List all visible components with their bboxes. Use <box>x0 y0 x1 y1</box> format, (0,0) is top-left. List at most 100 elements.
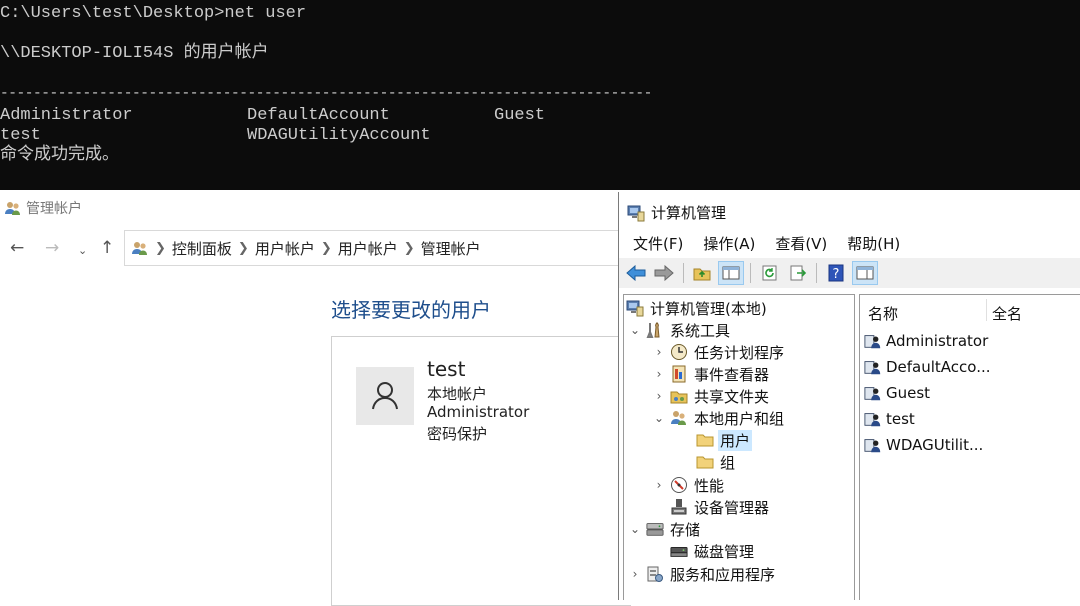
chevron-down-icon[interactable]: ⌄ <box>628 522 642 536</box>
disk-icon <box>670 542 688 560</box>
chevron-right-icon[interactable]: › <box>652 478 666 492</box>
chevron-right-icon[interactable]: ❯ <box>404 241 415 256</box>
tree-node-task-scheduler[interactable]: › 任务计划程序 <box>652 341 786 363</box>
computer-management-icon <box>627 204 645 222</box>
shared-folder-icon <box>670 387 688 405</box>
device-manager-icon <box>670 498 688 516</box>
column-header-name[interactable]: 名称 <box>868 303 898 324</box>
storage-icon <box>646 520 664 538</box>
window-titlebar: 计算机管理 <box>627 202 726 223</box>
tree-node-computer-management-local[interactable]: 计算机管理(本地) <box>626 297 769 319</box>
svg-text:?: ? <box>833 267 840 282</box>
chevron-right-icon[interactable]: › <box>628 567 642 581</box>
tree-node-groups[interactable]: 组 <box>696 451 737 473</box>
folder-icon <box>696 431 714 449</box>
user-account-icon <box>864 384 882 402</box>
user-account-icon <box>864 332 882 350</box>
menu-file[interactable]: 文件(F) <box>619 232 683 256</box>
help-icon[interactable]: ? <box>823 261 849 285</box>
manage-accounts-window: 管理帐户 ← → ⌄ ↑ ❯ 控制面板 ❯ 用户帐户 ❯ 用户帐户 ❯ 管理帐户… <box>0 190 631 606</box>
console-user-cell: test <box>0 126 41 145</box>
menu-view[interactable]: 查看(V) <box>761 232 827 256</box>
list-header: 名称 全名 <box>860 295 1080 327</box>
chevron-right-icon[interactable]: › <box>652 345 666 359</box>
navigation-bar: ← → ⌄ ↑ ❯ 控制面板 ❯ 用户帐户 ❯ 用户帐户 ❯ 管理帐户 <box>0 230 618 266</box>
recent-locations-chevron-icon[interactable]: ⌄ <box>78 241 87 261</box>
console-done-line: 命令成功完成。 <box>0 146 119 165</box>
column-header-fullname[interactable]: 全名 <box>992 303 1022 324</box>
menu-action[interactable]: 操作(A) <box>689 232 755 256</box>
account-password-status: 密码保护 <box>427 425 488 443</box>
tree-node-disk-management[interactable]: 磁盘管理 <box>670 540 756 562</box>
performance-icon <box>670 476 688 494</box>
tree-node-event-viewer[interactable]: › 事件查看器 <box>652 363 771 385</box>
account-group: Administrator <box>427 403 530 421</box>
user-account-icon <box>864 436 882 454</box>
console-separator: ----------------------------------------… <box>0 86 652 102</box>
control-panel-users-icon <box>131 239 149 257</box>
list-item[interactable]: DefaultAcco... <box>864 355 991 379</box>
tree-node-local-users-groups[interactable]: ⌄ 本地用户和组 <box>652 407 786 429</box>
breadcrumb-item[interactable]: 管理帐户 <box>421 238 481 259</box>
list-item[interactable]: Administrator <box>864 329 988 353</box>
chevron-down-icon[interactable]: ⌄ <box>652 411 666 425</box>
chevron-right-icon[interactable]: › <box>652 367 666 381</box>
forward-arrow-icon[interactable]: → <box>45 238 59 258</box>
chevron-right-icon[interactable]: ❯ <box>238 241 249 256</box>
users-groups-icon <box>670 409 688 427</box>
console-user-cell: Administrator <box>0 106 133 125</box>
tree-node-device-manager[interactable]: 设备管理器 <box>670 496 771 518</box>
users-list-pane: 名称 全名 Administrator DefaultAcco... Guest <box>859 294 1080 600</box>
menu-bar: 文件(F) 操作(A) 查看(V) 帮助(H) <box>619 232 1080 256</box>
breadcrumb-item[interactable]: 用户帐户 <box>338 238 398 259</box>
computer-mgmt-icon <box>626 299 644 317</box>
page-heading: 选择要更改的用户 <box>331 298 491 322</box>
tree-node-services-applications[interactable]: › 服务和应用程序 <box>628 563 777 585</box>
services-icon <box>646 565 664 583</box>
toolbar: ? <box>619 258 1080 288</box>
show-hide-console-tree-icon[interactable] <box>718 261 744 285</box>
tree-node-users[interactable]: 用户 <box>696 429 753 451</box>
window-title: 管理帐户 <box>26 201 82 217</box>
toolbar-separator <box>816 263 817 283</box>
chevron-right-icon[interactable]: › <box>652 389 666 403</box>
list-item[interactable]: test <box>864 407 915 431</box>
computer-management-window: 计算机管理 文件(F) 操作(A) 查看(V) 帮助(H) ? 计算机管理(本地… <box>618 192 1080 600</box>
forward-arrow-icon[interactable] <box>651 261 677 285</box>
column-divider[interactable] <box>986 299 987 321</box>
up-arrow-icon[interactable]: ↑ <box>100 238 114 258</box>
list-item[interactable]: Guest <box>864 381 930 405</box>
breadcrumb-item[interactable]: 控制面板 <box>172 238 232 259</box>
up-folder-icon[interactable] <box>689 261 715 285</box>
toolbar-separator <box>683 263 684 283</box>
address-bar[interactable]: ❯ 控制面板 ❯ 用户帐户 ❯ 用户帐户 ❯ 管理帐户 <box>124 230 618 266</box>
export-list-icon[interactable] <box>785 261 811 285</box>
menu-help[interactable]: 帮助(H) <box>833 232 900 256</box>
tree-node-system-tools[interactable]: ⌄ 系统工具 <box>628 319 732 341</box>
console-tree: 计算机管理(本地) ⌄ 系统工具 › 任务计划程序 › 事件查看器 › 共享文件… <box>623 294 855 600</box>
user-silhouette-icon <box>372 382 398 410</box>
back-arrow-icon[interactable]: ← <box>10 238 24 258</box>
chevron-right-icon[interactable]: ❯ <box>321 241 332 256</box>
console-prompt-line: C:\Users\test\Desktop>net user <box>0 4 307 23</box>
event-viewer-icon <box>670 365 688 383</box>
tree-node-shared-folders[interactable]: › 共享文件夹 <box>652 385 771 407</box>
account-tile[interactable]: test 本地帐户 Administrator 密码保护 <box>331 336 631 606</box>
tree-node-storage[interactable]: ⌄ 存储 <box>628 518 702 540</box>
users-icon <box>4 199 22 217</box>
chevron-right-icon[interactable]: ❯ <box>155 241 166 256</box>
command-prompt-window[interactable]: C:\Users\test\Desktop>net user \\DESKTOP… <box>0 0 1080 190</box>
user-account-icon <box>864 358 882 376</box>
show-hide-action-pane-icon[interactable] <box>852 261 878 285</box>
folder-icon <box>696 453 714 471</box>
back-arrow-icon[interactable] <box>623 261 649 285</box>
refresh-icon[interactable] <box>757 261 783 285</box>
console-user-cell: DefaultAccount <box>247 106 390 125</box>
account-type: 本地帐户 <box>427 385 488 403</box>
account-name: test <box>427 357 466 381</box>
breadcrumb-item[interactable]: 用户帐户 <box>255 238 315 259</box>
list-item[interactable]: WDAGUtilit... <box>864 433 983 457</box>
tree-node-performance[interactable]: › 性能 <box>652 474 726 496</box>
window-title: 计算机管理 <box>651 204 727 222</box>
chevron-down-icon[interactable]: ⌄ <box>628 323 642 337</box>
